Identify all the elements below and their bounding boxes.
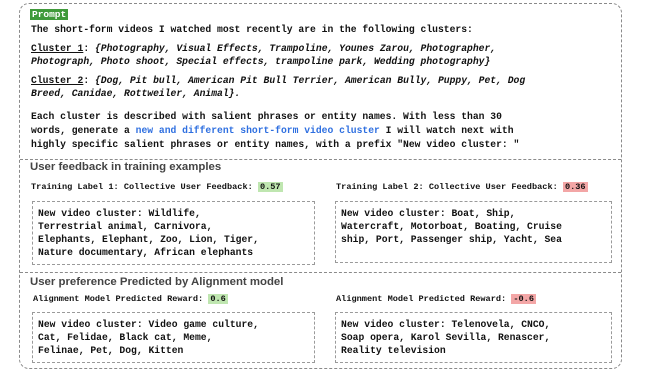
alignment-label-2-text: Alignment Model Predicted Reward: [336, 294, 507, 304]
text-line: Felinae, Pet, Dog, Kitten [38, 345, 184, 356]
text-line: New video cluster: Telenovela, CNCO, [341, 319, 551, 330]
text-line: Nature documentary, African elephants [38, 247, 254, 258]
alignment-label-1-text: Alignment Model Predicted Reward: [33, 294, 204, 304]
section-divider-feedback [20, 159, 621, 160]
instruction-line2-b: I will watch next with [379, 125, 514, 136]
text-line: Elephants, Elephant, Zoo, Lion, Tiger, [38, 234, 259, 245]
training-example-2: New video cluster: Boat, Ship, Watercraf… [335, 201, 612, 263]
training-score-2: 0.36 [562, 182, 588, 192]
text-line: Watercraft, Motorboat, Boating, Cruise [341, 221, 562, 232]
alignment-example-1: New video cluster: Video game culture, C… [32, 312, 315, 363]
section-divider-alignment [20, 272, 621, 273]
cluster2-line2: Breed, Canidae, Rottweiler, Animal}. [31, 87, 240, 101]
cluster1-line2: Photograph, Photo shoot, Special effects… [31, 55, 490, 69]
training-label-1-text: Training Label 1: Collective User Feedba… [31, 182, 253, 192]
prompt-tag: Prompt [30, 9, 69, 20]
cluster1-text2: Photograph, Photo shoot, Special effects… [31, 56, 491, 67]
alignment-score-1: 0.6 [208, 294, 228, 304]
instruction-line1: Each cluster is described with salient p… [31, 111, 502, 122]
prompt-intro: The short-form videos I watched most rec… [31, 24, 473, 35]
training-score-1: 0.57 [257, 182, 283, 192]
cluster2-label: Cluster 2 [31, 75, 84, 86]
feedback-heading: User feedback in training examples [30, 161, 222, 173]
cluster2-text1: {Dog, Pit bull, American Pit Bull Terrie… [94, 75, 526, 86]
instruction-line3: highly specific salient phrases or entit… [31, 139, 520, 150]
alignment-example-2: New video cluster: Telenovela, CNCO, Soa… [335, 312, 612, 363]
training-example-1: New video cluster: Wildlife, Terrestrial… [32, 201, 315, 265]
instruction-line2: words, generate a new and different shor… [31, 124, 514, 138]
text-line: ship, Port, Passenger ship, Yacht, Sea [341, 234, 562, 245]
training-label-2-text: Training Label 2: Collective User Feedba… [336, 182, 558, 192]
text-line: Soap opera, Karol Sevilla, Renascer, [341, 332, 551, 343]
cluster1-line1: Cluster 1: {Photography, Visual Effects,… [31, 43, 497, 54]
instruction-line2-a: words, generate a [31, 125, 136, 136]
cluster1-label: Cluster 1 [31, 43, 84, 54]
alignment-score-2: -0.6 [511, 294, 536, 304]
alignment-label-2: Alignment Model Predicted Reward: -0.6 [336, 293, 536, 305]
alignment-label-1: Alignment Model Predicted Reward: 0.6 [33, 293, 228, 305]
training-label-2: Training Label 2: Collective User Feedba… [336, 181, 588, 193]
text-line: New video cluster: Video game culture, [38, 319, 259, 330]
alignment-heading: User preference Predicted by Alignment m… [30, 276, 284, 288]
cluster2-line1: Cluster 2: {Dog, Pit bull, American Pit … [31, 75, 526, 86]
text-line: New video cluster: Boat, Ship, [341, 208, 516, 219]
text-line: Cat, Felidae, Black cat, Meme, [38, 332, 213, 343]
text-line: New video cluster: Wildlife, [38, 208, 201, 219]
text-line: Reality television [341, 345, 446, 356]
text-line: Terrestrial animal, Carnivora, [38, 221, 213, 232]
cluster1-text1: {Photography, Visual Effects, Trampoline… [94, 43, 497, 54]
instruction-highlight: new and different short-form video clust… [135, 125, 380, 136]
cluster2-text2: Breed, Canidae, Rottweiler, Animal}. [31, 88, 241, 99]
training-label-1: Training Label 1: Collective User Feedba… [31, 181, 283, 193]
